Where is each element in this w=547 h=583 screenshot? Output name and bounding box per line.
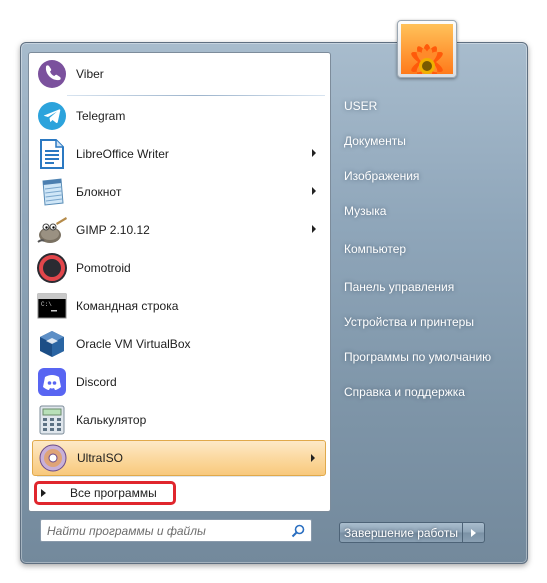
expand-arrow-icon <box>41 489 46 497</box>
all-programs-separator <box>37 476 321 477</box>
submenu-arrow-icon[interactable] <box>311 454 315 462</box>
svg-text:C:\: C:\ <box>41 301 52 308</box>
user-avatar[interactable] <box>397 20 457 78</box>
right-item-pictures[interactable]: Изображения <box>344 169 419 183</box>
program-label: Telegram <box>76 109 126 123</box>
program-label: LibreOffice Writer <box>76 147 169 161</box>
pomotroid-icon <box>36 252 68 284</box>
program-label: Блокнот <box>76 185 122 199</box>
program-label: Командная строка <box>76 299 179 313</box>
right-item-documents[interactable]: Документы <box>344 134 406 148</box>
right-item-music[interactable]: Музыка <box>344 204 386 218</box>
submenu-arrow-icon[interactable] <box>312 149 316 157</box>
command-prompt-icon: C:\ <box>36 290 68 322</box>
programs-pane: Viber Telegram LibreOffice Writer Блокно… <box>28 52 331 512</box>
all-programs-button[interactable]: Все программы <box>34 481 176 505</box>
submenu-arrow-icon[interactable] <box>312 225 316 233</box>
telegram-icon <box>36 100 68 132</box>
libreoffice-writer-icon <box>36 138 68 170</box>
program-item-telegram[interactable]: Telegram <box>32 98 326 134</box>
right-item-devices-printers[interactable]: Устройства и принтеры <box>344 315 474 329</box>
program-label: Viber <box>76 67 104 81</box>
right-item-control-panel[interactable]: Панель управления <box>344 280 454 294</box>
virtualbox-icon <box>36 328 68 360</box>
program-label: GIMP 2.10.12 <box>76 223 150 237</box>
program-item-discord[interactable]: Discord <box>32 364 326 400</box>
discord-icon <box>36 366 68 398</box>
program-label: Pomotroid <box>76 261 131 275</box>
shutdown-options-button[interactable] <box>463 522 485 543</box>
program-item-command-prompt[interactable]: C:\ Командная строка <box>32 288 326 324</box>
program-label: Discord <box>76 375 117 389</box>
program-item-ultraiso[interactable]: UltraISO <box>32 440 326 476</box>
right-item-computer[interactable]: Компьютер <box>344 242 406 256</box>
right-item-default-programs[interactable]: Программы по умолчанию <box>344 350 491 364</box>
chevron-right-icon <box>471 528 476 537</box>
flower-avatar-icon <box>401 24 453 74</box>
submenu-arrow-icon[interactable] <box>312 187 316 195</box>
program-label: Калькулятор <box>76 413 147 427</box>
program-item-libreoffice-writer[interactable]: LibreOffice Writer <box>32 136 326 172</box>
right-item-help-support[interactable]: Справка и поддержка <box>344 385 465 399</box>
program-label: UltraISO <box>77 451 124 465</box>
program-item-virtualbox[interactable]: Oracle VM VirtualBox <box>32 326 326 362</box>
program-item-notepad[interactable]: Блокнот <box>32 174 326 210</box>
gimp-icon <box>36 214 68 246</box>
all-programs-label: Все программы <box>70 486 157 500</box>
calculator-icon <box>36 404 68 436</box>
program-item-pomotroid[interactable]: Pomotroid <box>32 250 326 286</box>
search-icon[interactable] <box>291 524 305 538</box>
viber-icon <box>36 58 68 90</box>
pinned-separator <box>67 95 325 96</box>
program-item-viber[interactable]: Viber <box>32 56 326 92</box>
ultraiso-icon <box>37 442 69 474</box>
program-label: Oracle VM VirtualBox <box>76 337 191 351</box>
search-input[interactable] <box>47 523 279 538</box>
search-box[interactable] <box>40 519 312 542</box>
program-item-gimp[interactable]: GIMP 2.10.12 <box>32 212 326 248</box>
shutdown-button[interactable]: Завершение работы <box>339 522 463 543</box>
notepad-icon <box>36 176 68 208</box>
program-item-calculator[interactable]: Калькулятор <box>32 402 326 438</box>
right-item-user[interactable]: USER <box>344 99 377 113</box>
